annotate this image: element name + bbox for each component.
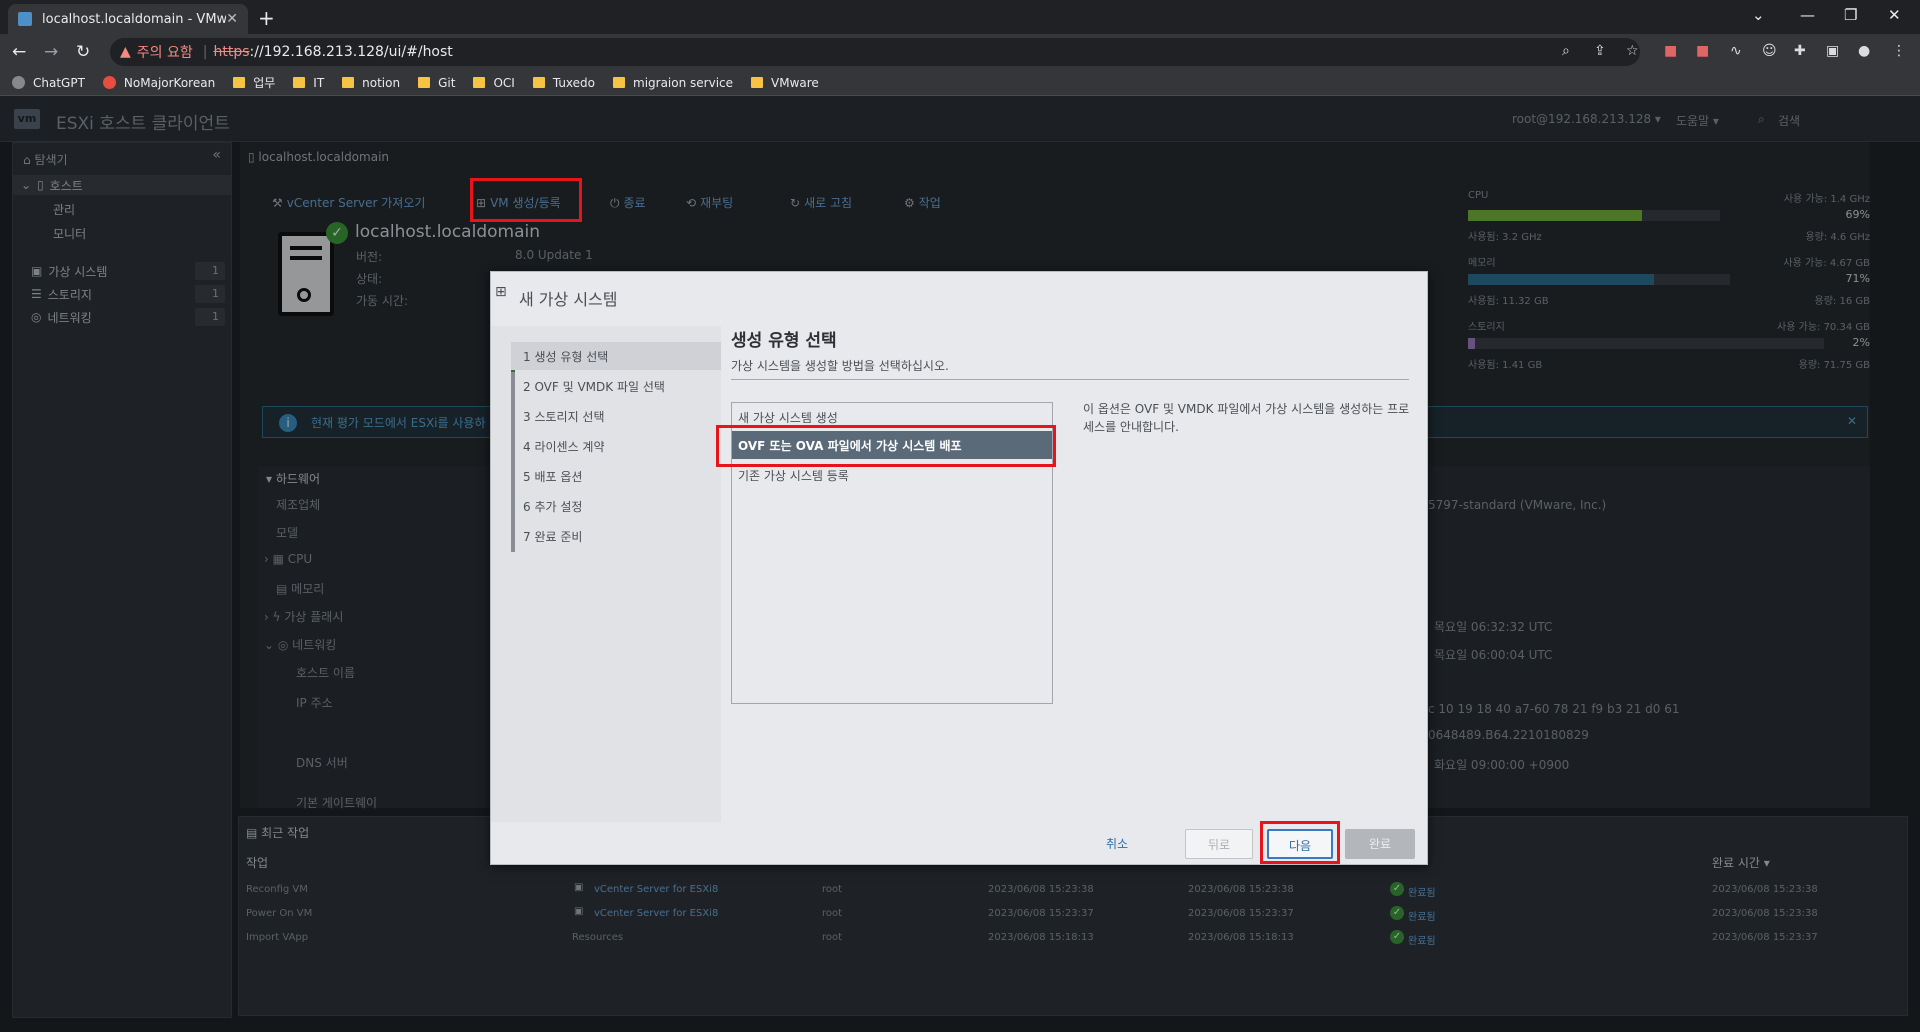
bookmark-folder[interactable]: OCI [473,76,515,90]
vmware-favicon-icon [18,12,32,26]
close-tab-icon[interactable]: ✕ [226,11,238,27]
profile-avatar-icon[interactable]: ● [1858,43,1870,59]
browser-tab[interactable]: localhost.localdomain - VMware ✕ [8,4,248,34]
forward-icon[interactable]: → [44,42,58,62]
creation-type-list: 새 가상 시스템 생성 OVF 또는 OVA 파일에서 가상 시스템 배포 기존… [731,402,1053,704]
zoom-icon[interactable]: ⌕ [1562,43,1570,59]
divider [731,379,1409,380]
bookmark-star-icon[interactable]: ☆ [1626,43,1639,59]
folder-icon [532,77,545,88]
restore-icon[interactable]: ❐ [1844,6,1857,24]
finish-button[interactable]: 완료 [1345,829,1415,859]
bookmarks-bar: ChatGPT NoMajorKorean 업무 IT notion Git O… [0,70,1920,96]
step-3[interactable]: 3 스토리지 선택 [511,402,721,430]
step-6[interactable]: 6 추가 설정 [511,492,721,520]
chatgpt-icon [12,76,25,89]
next-button[interactable]: 다음 [1267,829,1333,859]
folder-icon [342,77,355,88]
tab-title: localhost.localdomain - VMware [42,11,227,27]
extension-wave-icon[interactable]: ∿ [1730,43,1742,59]
bookmark-folder[interactable]: migraion service [613,76,733,90]
bookmark-folder[interactable]: VMware [751,76,819,90]
wizard-steps: 1 생성 유형 선택 2 OVF 및 VMDK 파일 선택 3 스토리지 선택 … [491,326,721,822]
folder-icon [751,77,764,88]
create-vm-icon: ⊞ [495,284,507,300]
cancel-button[interactable]: 취소 [1087,829,1147,859]
menu-dots-icon[interactable]: ⋮ [1892,43,1906,59]
option-new-vm[interactable]: 새 가상 시스템 생성 [732,403,1052,431]
option-description: 이 옵션은 OVF 및 VMDK 파일에서 가상 시스템을 생성하는 프로세스를… [1083,402,1410,434]
step-7[interactable]: 7 완료 준비 [511,522,721,550]
share-icon[interactable]: ⇪ [1594,43,1606,59]
step-2[interactable]: 2 OVF 및 VMDK 파일 선택 [511,372,721,400]
bookmark-folder[interactable]: notion [342,76,400,90]
url-bar[interactable]: ▲ 주의 요함 | https ://192.168.213.128/ui/#/… [110,38,1640,66]
option-deploy-ovf[interactable]: OVF 또는 OVA 파일에서 가상 시스템 배포 [732,431,1052,459]
bookmark-nomajorkorean[interactable]: NoMajorKorean [102,76,215,90]
step-4[interactable]: 4 라이센스 계약 [511,432,721,460]
bookmark-folder[interactable]: 업무 [233,74,275,91]
bookmark-folder[interactable]: IT [293,76,324,90]
window-close-icon[interactable]: ✕ [1888,6,1901,24]
step-5[interactable]: 5 배포 옵션 [511,462,721,490]
new-tab-icon[interactable]: + [258,6,275,30]
new-vm-dialog: ⊞ 새 가상 시스템 1 생성 유형 선택 2 OVF 및 VMDK 파일 선택… [490,271,1428,865]
step-subtitle: 가상 시스템을 생성할 방법을 선택하십시오. [731,359,949,373]
dialog-title: 새 가상 시스템 [519,290,618,309]
bookmark-chatgpt[interactable]: ChatGPT [12,76,85,90]
folder-icon [613,77,625,88]
reload-icon[interactable]: ↻ [76,42,90,62]
step-1[interactable]: 1 생성 유형 선택 [511,342,721,370]
extensions-puzzle-icon[interactable]: ✚ [1794,43,1806,59]
bookmark-folder[interactable]: Tuxedo [532,76,595,90]
folder-icon [293,77,306,88]
back-button[interactable]: 뒤로 [1185,829,1253,859]
extension-face-icon[interactable]: ☺ [1762,43,1777,59]
back-icon[interactable]: ← [12,42,26,62]
nomajorkorean-icon [102,76,116,89]
browser-tab-bar: localhost.localdomain - VMware ✕ + ⌄ — ❐… [0,0,1920,34]
url-text: ://192.168.213.128/ui/#/host [249,44,453,60]
step-heading: 생성 유형 선택 [731,331,837,351]
minimize-icon[interactable]: — [1800,6,1815,24]
folder-icon [418,77,431,88]
folder-icon [233,77,246,88]
option-register-vm[interactable]: 기존 가상 시스템 등록 [732,461,1052,489]
url-scheme: https [213,44,250,60]
side-panel-icon[interactable]: ▣ [1826,43,1839,59]
extension-icon[interactable]: ■ [1696,43,1709,59]
extension-pdf-icon[interactable]: ■ [1664,43,1677,59]
warning-icon: ▲ [120,44,131,60]
bookmark-folder[interactable]: Git [418,76,455,90]
folder-icon [473,77,486,88]
security-label[interactable]: 주의 요함 [137,42,193,62]
tab-search-chevron-icon[interactable]: ⌄ [1752,6,1765,24]
